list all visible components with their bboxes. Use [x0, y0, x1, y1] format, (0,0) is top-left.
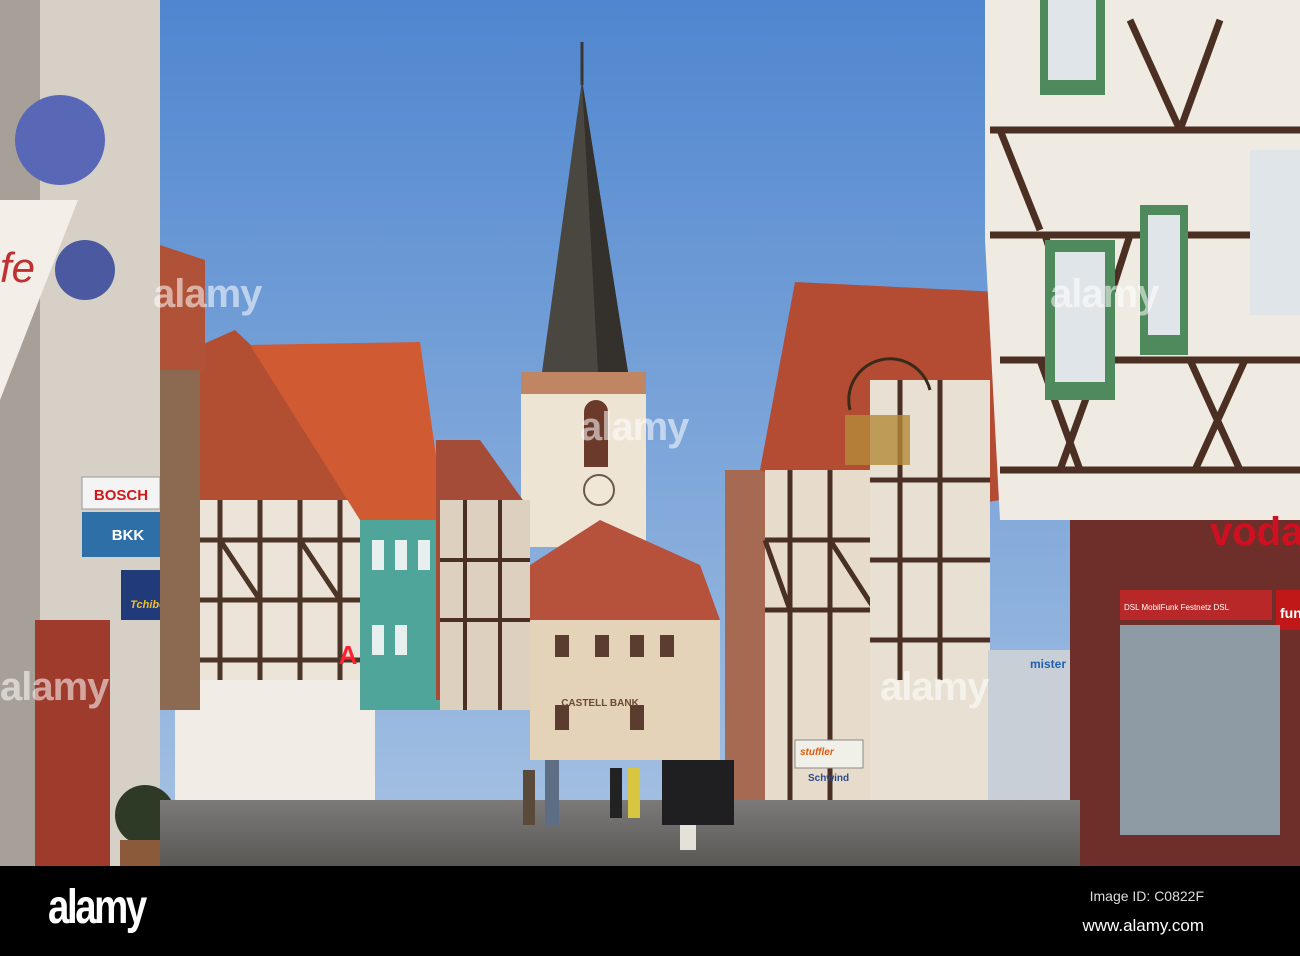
image-id: Image ID: C0822F — [1089, 888, 1204, 904]
svg-text:A: A — [339, 640, 358, 670]
watermark: alamy — [1050, 272, 1159, 316]
cafe-sign: fe — [0, 244, 35, 291]
castell-bank-sign: CASTELL BANK — [561, 698, 639, 709]
stock-photo: CASTELL BANK A fe BOSCH BKK Tchibo stuff… — [0, 0, 1300, 956]
mister-sign: mister — [1030, 657, 1066, 671]
alamy-logo: alamy — [48, 881, 147, 934]
mobile-banner: DSL MobilFunk Festnetz DSL — [1124, 603, 1230, 612]
website-link[interactable]: www.alamy.com — [1082, 916, 1204, 936]
bosch-sign: BOSCH — [94, 487, 148, 504]
watermark: alamy — [580, 405, 689, 449]
fun-sign: fun — [1280, 605, 1300, 621]
stuffler-sign: stuffler — [800, 747, 835, 758]
watermark: alamy — [0, 665, 109, 709]
watermark: alamy — [153, 272, 262, 316]
schwind-sign: Schwind — [808, 773, 849, 784]
watermark: alamy — [880, 665, 989, 709]
bkk-sign: BKK — [112, 527, 145, 544]
vodafone-sign: voda — [1210, 510, 1300, 554]
footer-bar: alamy Image ID: C0822F www.alamy.com — [0, 866, 1300, 956]
